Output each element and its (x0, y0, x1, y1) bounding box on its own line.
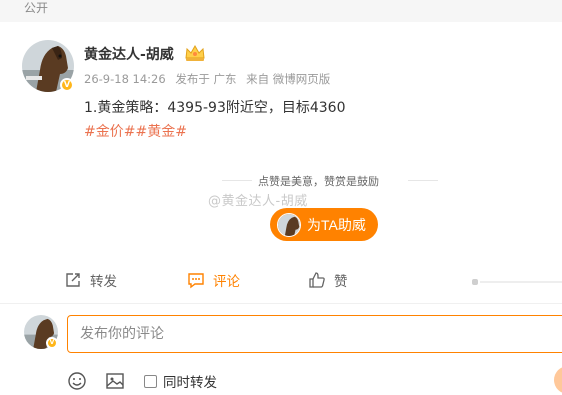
cheer-avatar (277, 212, 301, 237)
horizontal-scrollbar[interactable] (472, 277, 562, 287)
visibility-label: 公开 (24, 1, 49, 15)
repost-icon (66, 273, 80, 287)
post-meta: 26-9-18 14:26 发布于 广东 来自 微博网页版 (84, 71, 336, 87)
section-divider (0, 303, 562, 304)
repost-toggle-label: 同时转发 (163, 375, 217, 391)
post-text: 1.黄金策略：4395-93附近空，目标4360 (84, 100, 346, 116)
post-time[interactable]: 26-9-18 14:26 (84, 72, 166, 86)
my-verified-badge: V (46, 337, 58, 349)
cheer-button[interactable]: 为TA助威 (270, 208, 378, 241)
emoji-icon[interactable] (66, 370, 88, 392)
cheer-button-label: 为TA助威 (307, 216, 366, 233)
reward-caption: 点赞是美意，赞赏是鼓励 (256, 173, 381, 189)
weibo-watermark: @黄金达人-胡威 (208, 194, 308, 209)
repost-checkbox[interactable] (144, 374, 157, 388)
comment-action[interactable]: 评论 (187, 270, 240, 290)
image-icon[interactable] (104, 370, 126, 392)
top-strip: 公开 (0, 0, 562, 22)
comment-icon (188, 273, 204, 289)
like-action[interactable]: 赞 (308, 270, 348, 290)
like-label: 赞 (334, 274, 348, 290)
author-name[interactable]: 黄金达人-胡威 (84, 44, 174, 64)
post-hashtags[interactable]: #金价##黄金# (84, 121, 187, 141)
repost-label: 转发 (90, 274, 117, 290)
thumbs-up-icon (309, 272, 325, 288)
comment-label: 评论 (213, 274, 240, 290)
post-source: 来自 微博网页版 (246, 72, 331, 86)
repost-toggle[interactable]: 同时转发 (144, 371, 217, 391)
repost-action[interactable]: 转发 (64, 270, 117, 290)
comment-input[interactable] (67, 315, 562, 353)
post-location: 发布于 广东 (175, 72, 237, 86)
crown-icon (184, 44, 206, 62)
composer-tools: 同时转发 (66, 368, 366, 392)
verified-badge: V (60, 78, 74, 92)
